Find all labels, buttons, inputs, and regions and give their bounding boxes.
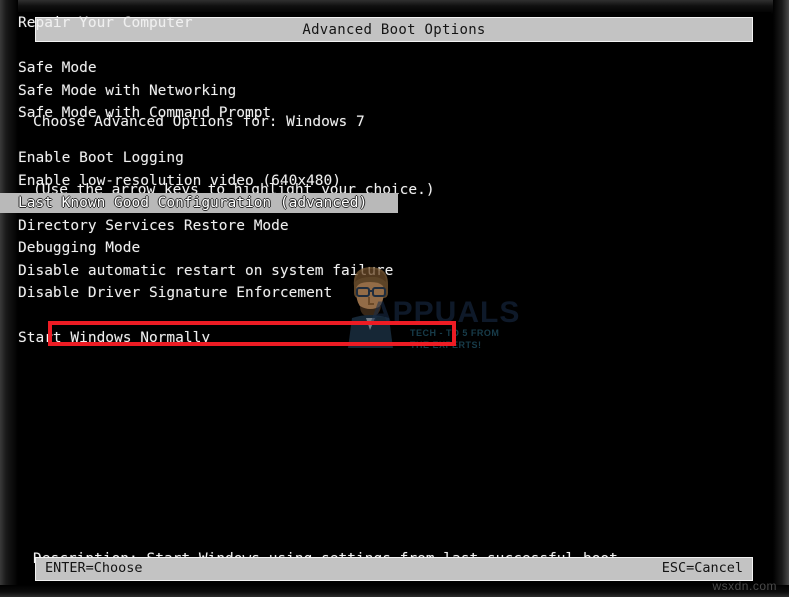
menu-item-label: Safe Mode with Networking: [18, 82, 237, 99]
menu-item-label: Directory Services Restore Mode: [18, 217, 289, 234]
menu-item-label: Disable Driver Signature Enforcement: [18, 285, 333, 301]
menu-item-label: Enable Boot Logging: [18, 150, 184, 166]
screen-bezel-right: [773, 0, 789, 597]
menu-item-label: Disable automatic restart on system fail…: [18, 262, 394, 279]
menu-item-label: Repair Your Computer: [18, 15, 193, 31]
menu-spacer: [18, 35, 708, 58]
description-text: Description: Start Windows using setting…: [33, 503, 618, 597]
menu-item[interactable]: Directory Services Restore Mode: [18, 215, 708, 238]
screen-bezel-left: [0, 0, 18, 597]
menu-spacer: [18, 125, 708, 148]
menu-item[interactable]: Enable Boot Logging: [18, 147, 708, 170]
menu-item[interactable]: Debugging Mode: [18, 237, 708, 260]
menu-item[interactable]: Start Windows Normally: [18, 327, 708, 350]
bios-console: Advanced Boot Options Choose Advanced Op…: [0, 12, 771, 585]
menu-item[interactable]: Safe Mode with Networking: [18, 80, 708, 103]
menu-item-label: Enable low-resolution video (640x480): [18, 172, 342, 189]
footer-hint-bar: ENTER=Choose ESC=Cancel: [35, 557, 753, 581]
menu-item[interactable]: Last Known Good Configuration (advanced): [0, 192, 398, 215]
menu-item[interactable]: Safe Mode: [18, 57, 708, 80]
menu-item[interactable]: Disable automatic restart on system fail…: [18, 260, 708, 283]
menu-item-label: Debugging Mode: [18, 240, 141, 256]
menu-item[interactable]: Disable Driver Signature Enforcement: [18, 282, 708, 305]
menu-item[interactable]: Repair Your Computer: [18, 12, 708, 35]
menu-item-label: Last Known Good Configuration (advanced): [18, 195, 368, 211]
menu-spacer: [18, 305, 708, 328]
boot-options-menu[interactable]: Repair Your Computer Safe Mode Safe Mode …: [0, 12, 708, 350]
esc-cancel-hint[interactable]: ESC=Cancel: [662, 562, 743, 576]
boot-options-screen: Advanced Boot Options Choose Advanced Op…: [0, 0, 789, 597]
menu-item[interactable]: Enable low-resolution video (640x480): [18, 170, 708, 193]
menu-item-label: Start Windows Normally: [18, 330, 211, 346]
menu-item[interactable]: Safe Mode with Command Prompt: [18, 102, 708, 125]
menu-item-label: Safe Mode with Command Prompt: [18, 105, 272, 121]
enter-choose-hint[interactable]: ENTER=Choose: [45, 562, 143, 576]
menu-item-label: Safe Mode: [18, 60, 97, 76]
